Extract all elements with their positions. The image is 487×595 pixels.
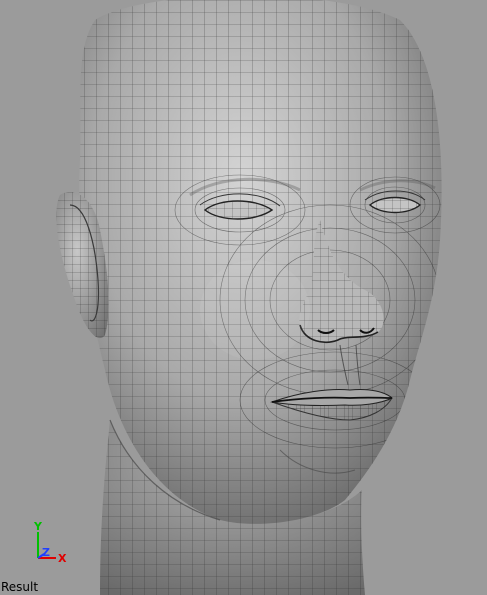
z-axis-label: Z [42, 546, 50, 559]
3d-viewport[interactable]: Y X Z Result [0, 0, 487, 595]
wireframe-head-model[interactable] [0, 0, 487, 595]
x-axis-label: X [58, 552, 67, 565]
y-axis-label: Y [33, 520, 43, 533]
axis-gizmo: Y X Z [28, 520, 76, 568]
viewport-label: Result [1, 580, 39, 594]
